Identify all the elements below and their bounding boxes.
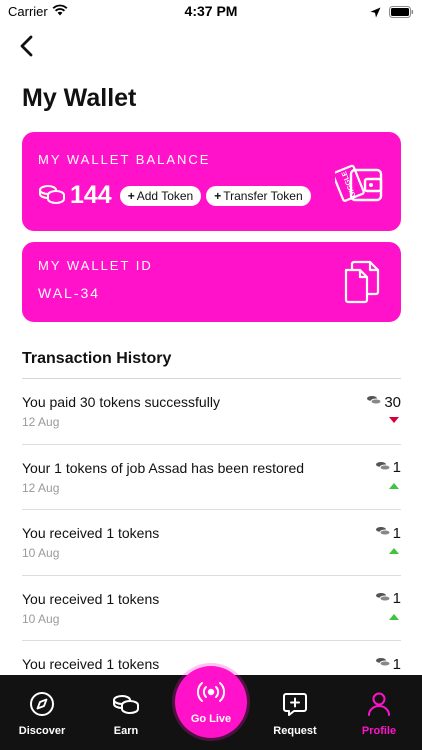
location-arrow-icon (370, 5, 381, 23)
transaction-row[interactable]: Your 1 tokens of job Assad has been rest… (22, 445, 401, 510)
tab-earn[interactable]: Earn (94, 675, 158, 750)
coins-icon (366, 393, 382, 411)
triangle-up-icon (389, 482, 399, 489)
tab-discover[interactable]: Discover (10, 675, 74, 750)
coins-icon (38, 182, 66, 209)
plus-icon: + (214, 188, 222, 203)
transaction-amount-group: 1 (375, 524, 401, 542)
transaction-description: You received 1 tokens (22, 525, 160, 541)
wallet-balance-label: MY WALLET BALANCE (38, 152, 211, 167)
tab-profile-label: Profile (361, 725, 397, 737)
transaction-row[interactable]: You paid 30 tokens successfully 12 Aug 3… (22, 379, 401, 445)
transaction-amount-group: 30 (366, 393, 401, 411)
transaction-amount: 1 (392, 590, 401, 607)
wallet-id-card: MY WALLET ID WAL-34 (22, 242, 401, 322)
transaction-amount-group: 1 (375, 655, 401, 673)
transaction-date: 12 Aug (22, 480, 60, 495)
coins-icon (375, 459, 391, 477)
broadcast-icon (196, 680, 226, 709)
wallet-icon: GIGGLE (332, 160, 383, 209)
transaction-amount: 1 (392, 655, 401, 673)
back-button[interactable] (14, 34, 38, 58)
triangle-down-icon (389, 417, 399, 423)
status-bar: Carrier 4:37 PM (0, 0, 422, 24)
tab-discover-label: Discover (18, 725, 66, 737)
chevron-left-icon (20, 35, 33, 57)
transaction-date: 10 Aug (22, 611, 60, 626)
transaction-row[interactable]: You received 1 tokens 10 Aug 1 (22, 576, 401, 641)
transaction-row[interactable]: You received 1 tokens 10 Aug 1 (22, 510, 401, 576)
balance-row: 144 + Add Token + Transfer Token (38, 181, 316, 210)
transaction-description: You received 1 tokens (22, 590, 160, 607)
wallet-id-value: WAL-34 (38, 285, 101, 301)
go-live-label: Go Live (190, 713, 232, 725)
wallet-id-label: MY WALLET ID (38, 258, 153, 273)
transfer-token-label: Transfer Token (223, 188, 303, 203)
coins-icon (375, 524, 391, 542)
transfer-token-button[interactable]: + Transfer Token (206, 185, 311, 206)
plus-icon: + (127, 188, 135, 203)
tab-earn-label: Earn (113, 725, 139, 737)
wallet-balance-amount: 144 (70, 181, 112, 209)
tab-request[interactable]: Request (263, 675, 327, 750)
user-icon (367, 691, 391, 717)
transaction-date: 10 Aug (22, 546, 60, 560)
status-time: 4:37 PM (184, 3, 238, 19)
compass-icon (29, 691, 55, 717)
transaction-date: 12 Aug (22, 415, 60, 429)
transaction-description: You paid 30 tokens successfully (22, 394, 220, 410)
battery-icon (389, 5, 414, 23)
page-title: My Wallet (22, 84, 137, 112)
transaction-amount: 1 (392, 459, 401, 476)
transaction-amount-group: 1 (375, 590, 401, 608)
add-token-button[interactable]: + Add Token (119, 185, 202, 206)
coins-icon (112, 691, 140, 717)
message-plus-icon (282, 691, 308, 717)
tab-request-label: Request (273, 725, 317, 737)
copy-icon[interactable] (343, 259, 383, 310)
status-right (370, 5, 414, 23)
wallet-balance-card: MY WALLET BALANCE 144 + Add Token + Tran… (22, 132, 401, 231)
coins-icon (375, 590, 391, 608)
transaction-history-title: Transaction History (22, 350, 172, 367)
wallet-badge-text: GIGGLE (341, 170, 358, 198)
triangle-up-icon (389, 613, 399, 620)
transaction-list: You paid 30 tokens successfully 12 Aug 3… (22, 379, 401, 707)
transaction-amount: 1 (392, 524, 401, 542)
transaction-amount-group: 1 (375, 459, 401, 477)
add-token-label: Add Token (136, 188, 194, 203)
go-live-button[interactable]: Go Live (175, 666, 247, 738)
coins-icon (375, 655, 391, 673)
transaction-description: Your 1 tokens of job Assad has been rest… (22, 459, 305, 476)
transaction-description: You received 1 tokens (22, 656, 160, 672)
triangle-up-icon (389, 548, 399, 554)
transaction-amount: 30 (384, 393, 401, 411)
tab-profile[interactable]: Profile (347, 675, 411, 750)
